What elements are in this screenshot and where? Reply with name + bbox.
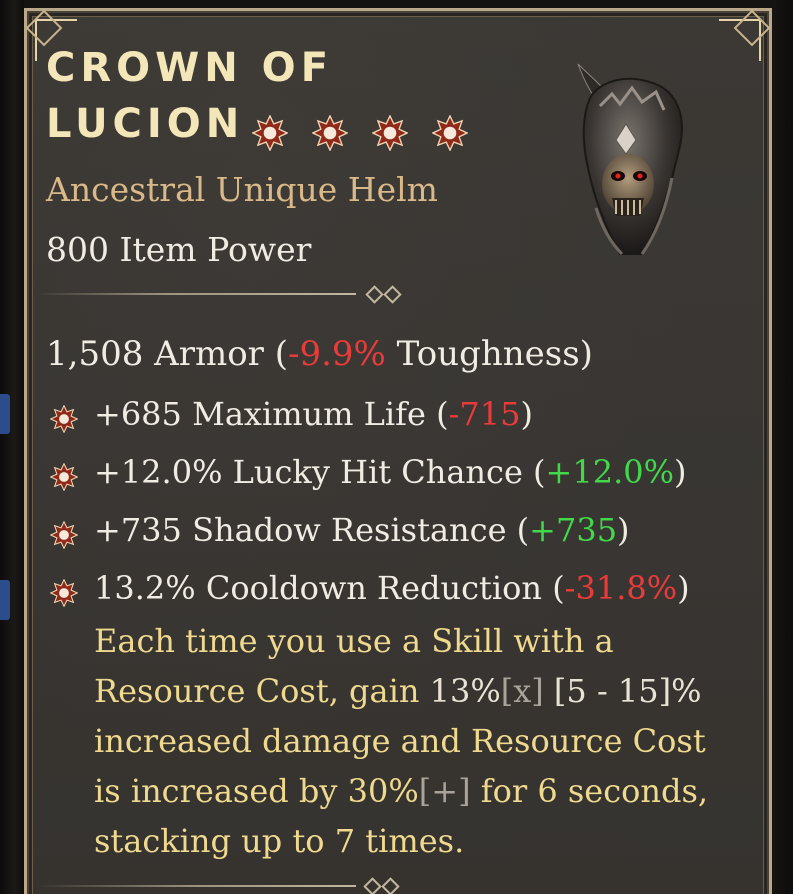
multiplicative-tag: [x] xyxy=(500,672,544,710)
affix-delta: -715 xyxy=(448,395,521,433)
panel-edge-accent xyxy=(0,394,10,434)
affix-close: ) xyxy=(617,511,630,549)
greater-affix-star-icon xyxy=(431,110,469,152)
section-divider xyxy=(36,877,736,894)
greater-affix-star-icon xyxy=(251,110,289,152)
greater-affix-stars xyxy=(251,98,492,154)
divider-diamond-icon xyxy=(381,877,400,894)
affix-list: +685 Maximum Life (-715) +12.0% Lucky Hit… xyxy=(49,392,750,624)
affix-row: +12.0% Lucky Hit Chance (+12.0%) xyxy=(49,450,750,508)
affix-text: +685 Maximum Life (-715) xyxy=(94,392,533,436)
affix-row: +735 Shadow Resistance (+735) xyxy=(49,508,750,566)
armor-value: 1,508 Armor ( xyxy=(46,334,288,374)
affix-stat: 13.2% Cooldown Reduction ( xyxy=(94,569,565,607)
toughness-label: Toughness) xyxy=(385,334,593,374)
game-screen: Crown of Lucion Ancestral Unique Helm 80… xyxy=(0,0,793,894)
divider-diamond-icon xyxy=(365,285,384,304)
affix-delta: +735 xyxy=(529,511,618,549)
background-panel-left xyxy=(0,0,24,894)
toughness-delta: -9.9% xyxy=(287,334,386,374)
unique-power-value: 13% xyxy=(429,672,501,710)
affix-stat: +685 Maximum Life ( xyxy=(94,395,449,433)
helm-icon xyxy=(577,63,683,256)
affix-stat: +735 Shadow Resistance ( xyxy=(94,511,530,549)
greater-affix-star-icon xyxy=(49,400,79,434)
additive-tag: [+] xyxy=(418,772,471,810)
divider-diamond-icon xyxy=(363,877,382,894)
panel-edge-accent xyxy=(0,580,10,620)
affix-close: ) xyxy=(520,395,533,433)
section-divider xyxy=(36,285,402,304)
affix-close: ) xyxy=(674,453,687,491)
affix-text: +735 Shadow Resistance (+735) xyxy=(94,508,630,552)
unique-power-range: [5 - 15]% xyxy=(543,672,702,710)
greater-affix-star-icon xyxy=(49,458,79,492)
affix-close: ) xyxy=(677,569,690,607)
unique-power: Each time you use a Skill with a Resourc… xyxy=(94,616,714,866)
affix-text: 13.2% Cooldown Reduction (-31.8%) xyxy=(94,566,690,610)
affix-text: +12.0% Lucky Hit Chance (+12.0%) xyxy=(94,450,686,494)
divider-rule xyxy=(36,293,356,295)
item-name-line-2: Lucion xyxy=(46,96,506,154)
item-name-line-2-text: Lucion xyxy=(46,101,245,147)
greater-affix-star-icon xyxy=(49,516,79,550)
background-panel-right xyxy=(771,0,793,894)
affix-stat: +12.0% Lucky Hit Chance ( xyxy=(94,453,546,491)
item-name: Crown of Lucion xyxy=(46,40,506,154)
affix-row: +685 Maximum Life (-715) xyxy=(49,392,750,450)
greater-affix-star-icon xyxy=(49,574,79,608)
item-type: Ancestral Unique Helm xyxy=(46,170,438,209)
item-name-line-1: Crown of xyxy=(46,45,334,91)
affix-delta: -31.8% xyxy=(564,569,678,607)
greater-affix-star-icon xyxy=(371,110,409,152)
unique-power-value: 30% xyxy=(347,772,419,810)
divider-rule xyxy=(36,885,356,887)
greater-affix-star-icon xyxy=(311,110,349,152)
armor-stat: 1,508 Armor (-9.9% Toughness) xyxy=(46,334,593,374)
affix-delta: +12.0% xyxy=(545,453,674,491)
item-power: 800 Item Power xyxy=(46,230,312,269)
